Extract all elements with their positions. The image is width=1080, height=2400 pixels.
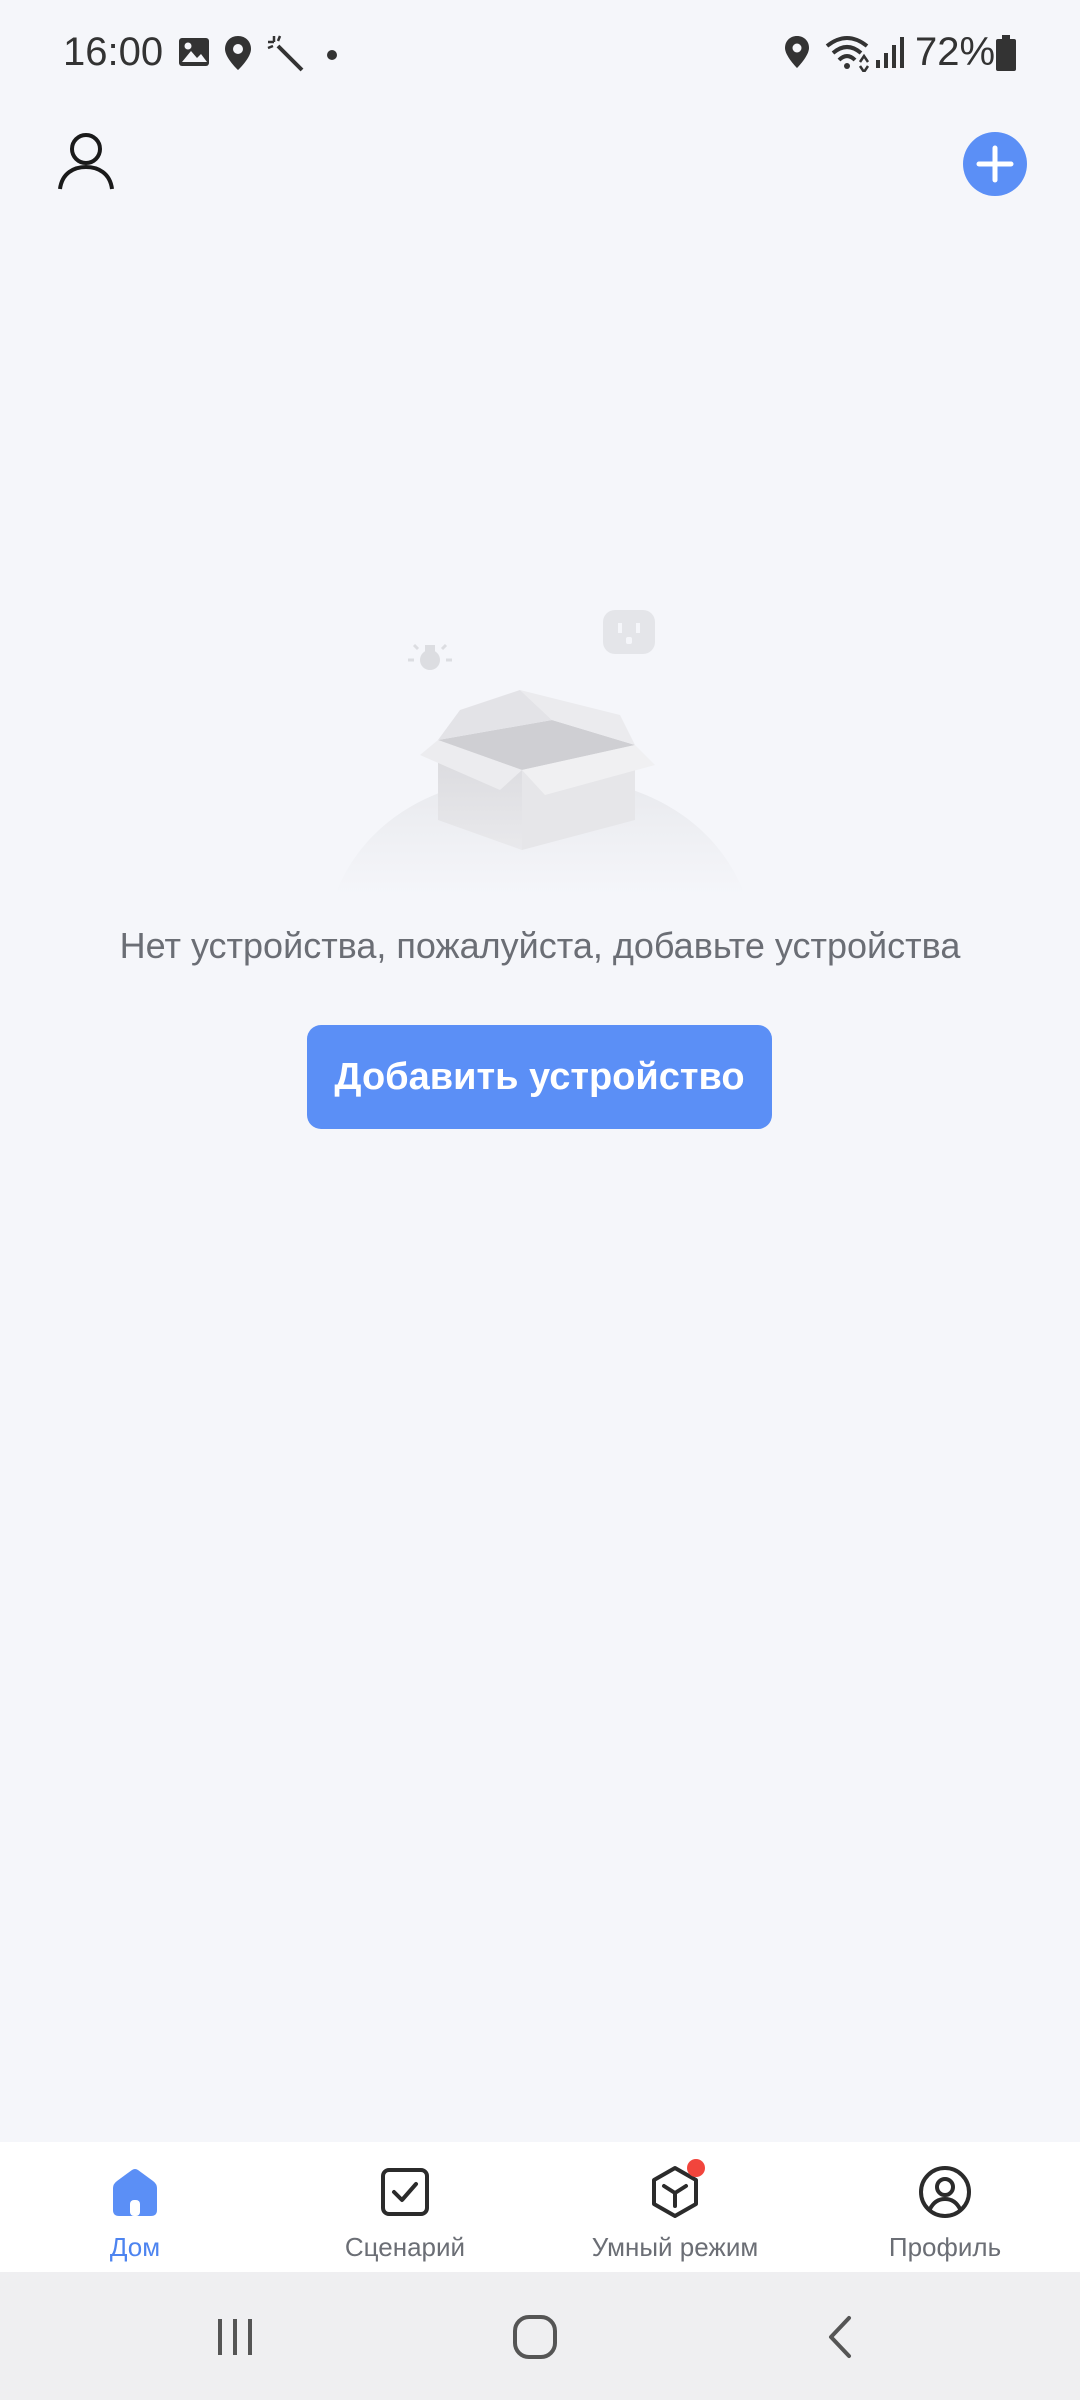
- recents-button[interactable]: [200, 2302, 270, 2372]
- status-time: 16:00: [63, 30, 164, 74]
- nav-tab-smart-mode[interactable]: Умный режим: [540, 2142, 810, 2272]
- wifi-icon: [824, 34, 870, 77]
- nav-label-profile: Профиль: [888, 2232, 1002, 2262]
- plus-icon: [976, 145, 1014, 183]
- user-outline-icon: [58, 133, 114, 190]
- home-icon: [105, 2162, 165, 2222]
- nav-tab-home[interactable]: Дом: [0, 2142, 270, 2272]
- empty-box-illustration: [330, 595, 750, 895]
- back-button[interactable]: [805, 2302, 875, 2372]
- home-button[interactable]: [500, 2302, 570, 2372]
- nav-label-home: Дом: [109, 2232, 161, 2262]
- empty-state-message: Нет устройства, пожалуйста, добавьте уст…: [119, 925, 961, 966]
- profile-circle-icon: [915, 2162, 975, 2222]
- add-device-button[interactable]: Добавить устройство: [307, 1025, 772, 1129]
- dot-icon: [326, 48, 338, 66]
- home-circle-icon: [513, 2315, 557, 2359]
- location-icon: [782, 34, 812, 75]
- add-button[interactable]: [963, 132, 1027, 196]
- socket-icon: [603, 610, 655, 654]
- recents-icon: [218, 2319, 252, 2355]
- scenario-checkbox-icon: [375, 2162, 435, 2222]
- smart-cube-icon: [645, 2159, 705, 2222]
- location-pin-icon: [222, 34, 254, 77]
- app-screen: 16:00 72% Нет устройства, пожалуйста, до…: [0, 0, 1080, 2400]
- nav-tab-scenario[interactable]: Сценарий: [270, 2142, 540, 2272]
- nav-tab-profile[interactable]: Профиль: [810, 2142, 1080, 2272]
- nav-label-smart-mode: Умный режим: [591, 2232, 759, 2262]
- magic-wand-icon: [266, 34, 306, 79]
- battery-percent: 72%: [915, 30, 996, 74]
- gallery-icon: [176, 34, 212, 75]
- profile-avatar-button[interactable]: [50, 125, 122, 197]
- back-chevron-icon: [829, 2316, 851, 2358]
- nav-label-scenario: Сценарий: [344, 2232, 466, 2262]
- battery-icon: [995, 34, 1017, 77]
- bulb-icon: [408, 643, 452, 670]
- bottom-navigation: Дом Сценарий Умный режим Профиль: [0, 2142, 1080, 2272]
- signal-icon: [874, 34, 906, 75]
- status-bar: 16:00 72%: [0, 0, 1080, 110]
- system-navigation-bar: [0, 2272, 1080, 2400]
- notification-badge: [687, 2159, 705, 2177]
